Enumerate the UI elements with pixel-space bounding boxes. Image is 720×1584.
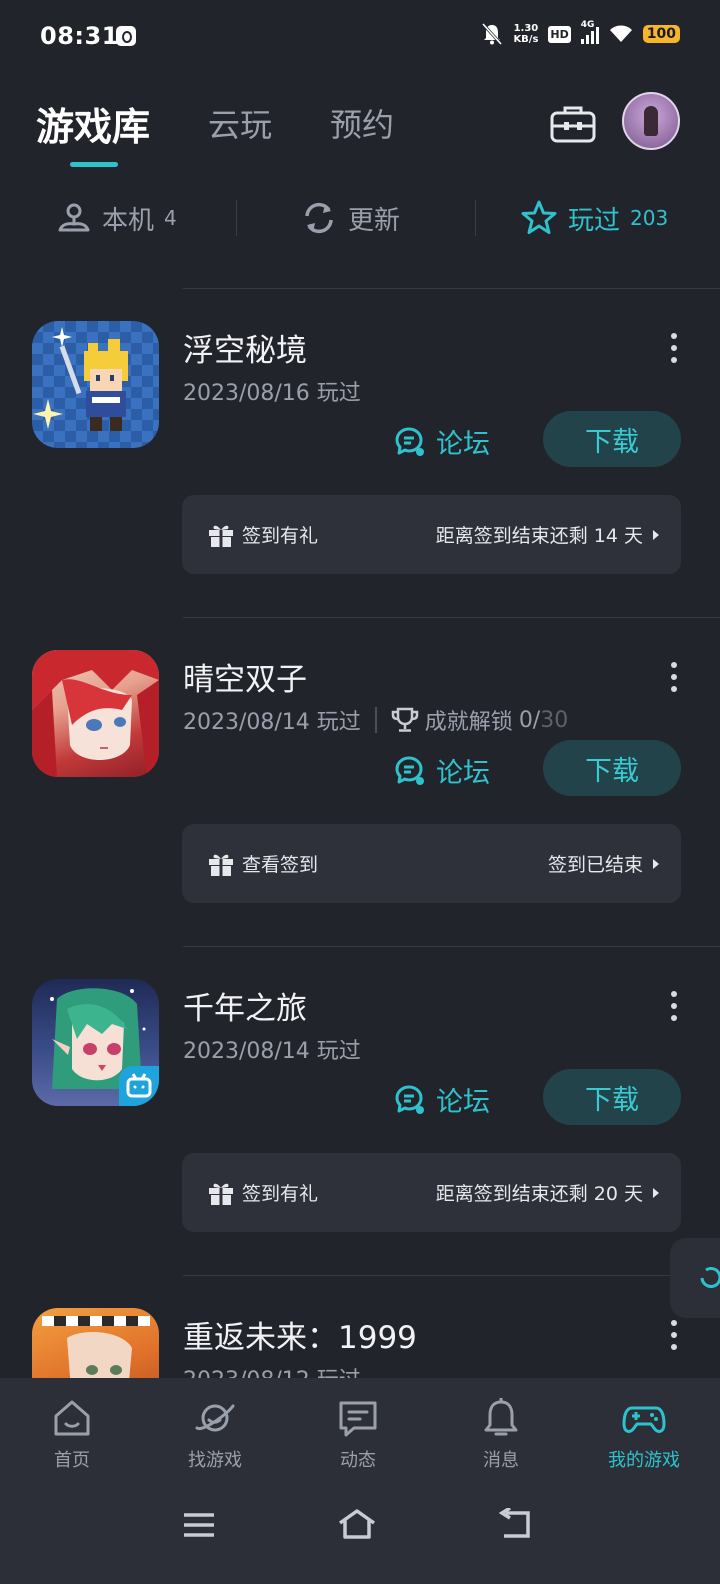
game-card[interactable]: 重返未来：1999 2023/08/12 玩过 — [0, 1276, 720, 1378]
cell-signal-icon: 4G — [580, 20, 599, 44]
game-name[interactable]: 晴空双子 — [183, 654, 307, 699]
battery-indicator: 100 — [642, 25, 680, 43]
forum-icon — [395, 1085, 424, 1114]
download-button[interactable]: 下载 — [543, 411, 681, 467]
bottom-navigation: 首页 找游戏 动态 消息 我的游戏 — [0, 1378, 720, 1482]
star-icon — [521, 200, 557, 234]
menu-icon[interactable] — [182, 1510, 216, 1540]
status-indicators: 1.30 KB/s HD 4G 100 — [481, 20, 680, 46]
game-name[interactable]: 浮空秘境 — [183, 325, 307, 370]
wifi-icon — [609, 25, 632, 42]
download-button[interactable]: 下载 — [543, 740, 681, 796]
home-icon — [54, 1400, 90, 1436]
signin-banner[interactable]: 签到有礼 距离签到结束还剩 20 天 — [182, 1153, 681, 1232]
forum-icon — [395, 427, 424, 456]
tiktok-notification-icon — [116, 26, 136, 46]
play-info: 2023/08/14 玩过 成就解锁 0/30 — [183, 704, 568, 736]
play-info: 2023/08/16 玩过 — [183, 381, 361, 406]
game-icon[interactable] — [32, 321, 159, 448]
game-card[interactable]: 晴空双子 2023/08/14 玩过 成就解锁 0/30 论坛 下载 查看签到 … — [0, 618, 720, 948]
more-options-icon[interactable] — [668, 991, 680, 1021]
filter-played[interactable]: 玩过 203 — [520, 186, 668, 250]
status-bar: 08:31 1.30 KB/s HD 4G 100 — [0, 0, 720, 78]
game-icon[interactable] — [32, 979, 159, 1106]
download-button[interactable]: 下载 — [543, 1069, 681, 1125]
toolbox-icon[interactable] — [550, 104, 596, 144]
gift-icon — [209, 1183, 233, 1205]
game-icon[interactable] — [32, 1308, 159, 1378]
tab-game-library[interactable]: 游戏库 — [36, 96, 150, 151]
nav-my-games[interactable]: 我的游戏 — [572, 1378, 716, 1482]
more-options-icon[interactable] — [668, 662, 680, 692]
hd-badge: HD — [548, 25, 571, 43]
filter-update[interactable]: 更新 — [300, 186, 400, 250]
more-options-icon[interactable] — [668, 333, 680, 363]
forum-icon — [395, 756, 424, 785]
system-navigation-bar — [0, 1482, 720, 1584]
chevron-right-icon — [653, 1187, 659, 1198]
network-speed: 1.30 KB/s — [513, 23, 539, 45]
chevron-right-icon — [653, 529, 659, 540]
bilibili-badge-icon — [119, 1066, 159, 1106]
chat-icon — [339, 1401, 377, 1437]
nav-home[interactable]: 首页 — [0, 1378, 144, 1482]
trophy-icon — [391, 707, 419, 732]
play-info: 2023/08/14 玩过 — [183, 1039, 361, 1064]
game-icon[interactable] — [32, 650, 159, 777]
mute-bell-icon — [482, 22, 503, 46]
achievement-info[interactable]: 成就解锁 0/30 — [391, 704, 568, 736]
game-name[interactable]: 重返未来：1999 — [183, 1312, 417, 1357]
planet-icon — [195, 1404, 235, 1432]
game-card[interactable]: 浮空秘境 2023/08/16 玩过 论坛 下载 签到有礼 距离签到结束还剩 1… — [0, 289, 720, 619]
play-info: 2023/08/12 玩过 — [183, 1362, 361, 1378]
tab-cloud-play[interactable]: 云玩 — [208, 100, 272, 146]
filter-local[interactable]: 本机 4 — [56, 186, 177, 250]
tab-reservation[interactable]: 预约 — [330, 100, 394, 146]
back-icon[interactable] — [498, 1508, 534, 1540]
filter-bar: 本机 4 更新 玩过 203 — [0, 186, 720, 250]
floating-side-tab[interactable] — [670, 1238, 720, 1318]
bell-icon — [484, 1398, 518, 1436]
more-options-icon[interactable] — [668, 1320, 680, 1350]
nav-messages[interactable]: 消息 — [429, 1378, 573, 1482]
home-button-icon[interactable] — [337, 1508, 377, 1540]
active-tab-indicator — [70, 162, 118, 167]
game-card[interactable]: 千年之旅 2023/08/14 玩过 论坛 下载 签到有礼 距离签到结束还剩 2… — [0, 947, 720, 1277]
side-refresh-icon — [700, 1267, 720, 1288]
refresh-icon — [305, 202, 333, 234]
forum-button[interactable]: 论坛 — [394, 1080, 490, 1119]
forum-button[interactable]: 论坛 — [394, 751, 490, 790]
game-name[interactable]: 千年之旅 — [183, 983, 307, 1028]
gamepad-icon — [622, 1406, 666, 1433]
forum-button[interactable]: 论坛 — [394, 422, 490, 461]
nav-find-games[interactable]: 找游戏 — [143, 1378, 287, 1482]
top-header: 游戏库 云玩 预约 — [0, 78, 720, 178]
local-device-icon — [58, 203, 90, 232]
gift-icon — [209, 854, 233, 876]
user-avatar[interactable] — [622, 92, 680, 150]
signin-banner[interactable]: 签到有礼 距离签到结束还剩 14 天 — [182, 495, 681, 574]
chevron-right-icon — [653, 858, 659, 869]
status-time: 08:31 — [40, 22, 119, 50]
signin-banner[interactable]: 查看签到 签到已结束 — [182, 824, 681, 903]
gift-icon — [209, 525, 233, 547]
nav-feed[interactable]: 动态 — [286, 1378, 430, 1482]
